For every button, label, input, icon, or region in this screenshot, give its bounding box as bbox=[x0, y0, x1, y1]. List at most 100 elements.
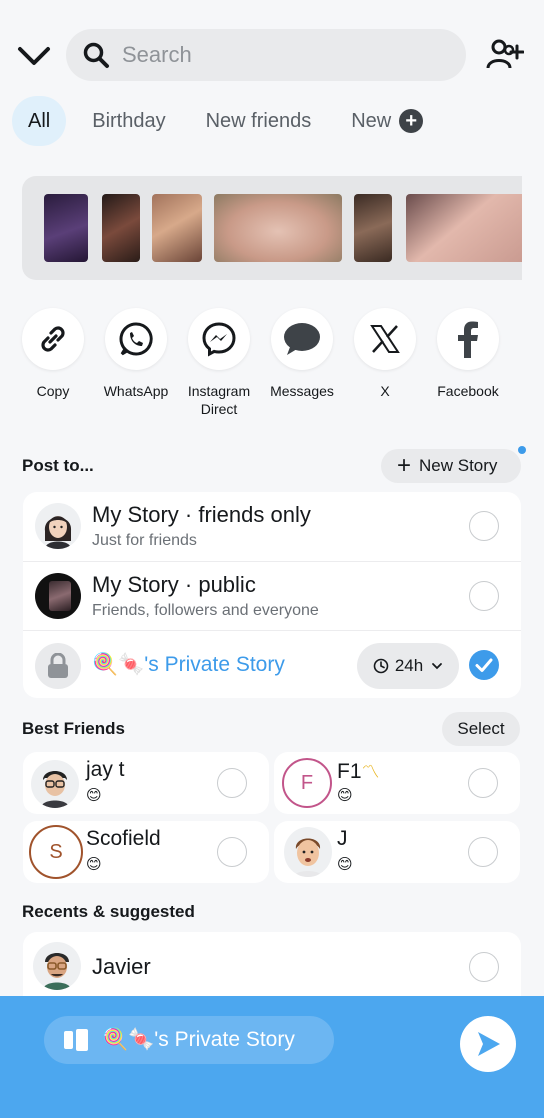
selected-destination-text: 's Private Story bbox=[154, 1028, 295, 1051]
share-facebook[interactable]: Facebook bbox=[426, 308, 510, 400]
media-thumbnail[interactable] bbox=[44, 194, 88, 262]
new-story-button[interactable]: + New Story bbox=[381, 449, 521, 483]
selected-destination-label: 🍭🍬's Private Story bbox=[102, 1028, 295, 1052]
post-to-heading: Post to... bbox=[22, 456, 94, 475]
plus-circle-icon: + bbox=[399, 109, 424, 133]
search-icon bbox=[83, 42, 109, 68]
radio-button[interactable] bbox=[217, 837, 247, 867]
radio-button[interactable] bbox=[469, 581, 499, 611]
chevron-down-icon bbox=[432, 663, 443, 670]
x-logo-icon bbox=[354, 308, 416, 370]
share-whatsapp-label: WhatsApp bbox=[103, 383, 169, 399]
whatsapp-icon bbox=[105, 308, 167, 370]
chevron-down-icon[interactable] bbox=[16, 40, 52, 70]
media-thumbnail[interactable] bbox=[406, 194, 522, 262]
lock-icon bbox=[35, 643, 81, 689]
friend-emoji: 😊 bbox=[86, 856, 102, 873]
bitmoji-avatar bbox=[33, 942, 81, 990]
media-thumbnail[interactable] bbox=[152, 194, 202, 262]
private-story-title: 🍭🍬's Private Story bbox=[92, 653, 285, 677]
messenger-icon bbox=[188, 308, 250, 370]
my-story-friends-only-row[interactable]: My Story · friends only Just for friends bbox=[23, 492, 521, 561]
filter-new-friends-label: New friends bbox=[205, 109, 312, 132]
send-arrow-icon bbox=[478, 1032, 500, 1056]
share-messages-label: Messages bbox=[270, 383, 334, 399]
media-thumbnail[interactable] bbox=[214, 194, 342, 262]
notification-dot bbox=[518, 446, 526, 454]
selected-destination-pill[interactable]: 🍭🍬's Private Story bbox=[44, 1016, 334, 1064]
best-friend-card[interactable]: F F1〽 😊 bbox=[274, 752, 520, 814]
bitmoji-avatar bbox=[31, 760, 79, 808]
filter-chips: All Birthday New friends New + bbox=[12, 96, 449, 146]
filter-birthday-label: Birthday bbox=[92, 109, 166, 132]
friend-name-emoji: 〽 bbox=[361, 762, 380, 782]
my-story-public-row[interactable]: My Story · public Friends, followers and… bbox=[23, 561, 521, 630]
share-instagram-direct[interactable]: Instagram Direct bbox=[177, 308, 261, 418]
search-bar[interactable] bbox=[66, 29, 466, 81]
selected-destination-emoji: 🍭🍬 bbox=[102, 1028, 155, 1051]
media-thumbnail[interactable] bbox=[102, 194, 140, 262]
share-messages[interactable]: Messages bbox=[260, 308, 344, 400]
share-copy-label: Copy bbox=[36, 383, 70, 399]
private-story-row[interactable]: 🍭🍬's Private Story 24h bbox=[23, 630, 521, 699]
best-friend-card[interactable]: jay t 😊 bbox=[23, 752, 269, 814]
story-timer-dropdown[interactable]: 24h bbox=[357, 643, 459, 689]
share-facebook-label: Facebook bbox=[437, 383, 499, 399]
top-bar bbox=[0, 0, 544, 96]
contact-name: Javier bbox=[92, 954, 151, 979]
best-friend-card[interactable]: S Scofield 😊 bbox=[23, 821, 269, 883]
private-story-emoji: 🍭🍬 bbox=[92, 653, 145, 676]
my-story-public-subtitle: Friends, followers and everyone bbox=[92, 602, 319, 619]
clock-icon bbox=[373, 658, 389, 674]
radio-button[interactable] bbox=[468, 768, 498, 798]
avatar-initial: S bbox=[49, 840, 63, 863]
share-copy[interactable]: Copy bbox=[11, 308, 95, 400]
friend-emoji: 😊 bbox=[337, 856, 353, 873]
filter-new[interactable]: New + bbox=[337, 96, 437, 146]
facebook-icon bbox=[437, 308, 499, 370]
story-timer-value: 24h bbox=[394, 656, 424, 675]
story-stack-icon bbox=[64, 1029, 88, 1051]
send-button[interactable] bbox=[460, 1016, 516, 1072]
private-story-label: 's Private Story bbox=[144, 653, 285, 676]
search-input[interactable] bbox=[122, 42, 442, 68]
checkmark-icon bbox=[475, 658, 493, 672]
friend-name: Scofield bbox=[86, 827, 161, 850]
initial-avatar: S bbox=[29, 825, 83, 879]
my-story-public-title: My Story · public bbox=[92, 572, 256, 597]
friend-emoji: 😊 bbox=[337, 787, 353, 804]
radio-button[interactable] bbox=[468, 837, 498, 867]
filter-all-label: All bbox=[28, 109, 51, 132]
bitmoji-avatar bbox=[284, 827, 332, 877]
my-story-friends-only-title: My Story · friends only bbox=[92, 502, 311, 527]
media-thumbnail[interactable] bbox=[354, 194, 392, 262]
recents-heading: Recents & suggested bbox=[22, 902, 195, 921]
friend-name: J bbox=[337, 827, 348, 850]
avatar-initial: F bbox=[300, 771, 314, 794]
radio-button-checked[interactable] bbox=[469, 650, 499, 680]
friend-name: F1〽 bbox=[337, 758, 380, 784]
share-instagram-direct-label: Instagram Direct bbox=[187, 383, 251, 417]
share-x[interactable]: X bbox=[343, 308, 427, 400]
public-story-avatar bbox=[35, 573, 81, 619]
initial-avatar: F bbox=[282, 758, 332, 808]
add-friend-icon[interactable] bbox=[486, 38, 524, 72]
filter-birthday[interactable]: Birthday bbox=[78, 96, 179, 146]
radio-button[interactable] bbox=[217, 768, 247, 798]
post-to-card: My Story · friends only Just for friends… bbox=[23, 492, 521, 698]
send-bar: 🍭🍬's Private Story bbox=[0, 996, 544, 1118]
chat-bubble-icon bbox=[271, 308, 333, 370]
share-whatsapp[interactable]: WhatsApp bbox=[94, 308, 178, 400]
my-story-friends-only-subtitle: Just for friends bbox=[92, 532, 197, 549]
best-friend-card[interactable]: J 😊 bbox=[274, 821, 520, 883]
bitmoji-avatar bbox=[35, 503, 81, 549]
filter-all[interactable]: All bbox=[12, 96, 67, 146]
friend-name-text: F1 bbox=[337, 760, 362, 783]
select-button[interactable]: Select bbox=[442, 712, 520, 746]
radio-button[interactable] bbox=[469, 511, 499, 541]
radio-button[interactable] bbox=[469, 952, 499, 982]
filter-new-friends[interactable]: New friends bbox=[192, 96, 326, 146]
best-friends-heading: Best Friends bbox=[22, 719, 125, 738]
filter-new-label: New bbox=[351, 109, 392, 132]
select-label: Select bbox=[457, 719, 505, 738]
